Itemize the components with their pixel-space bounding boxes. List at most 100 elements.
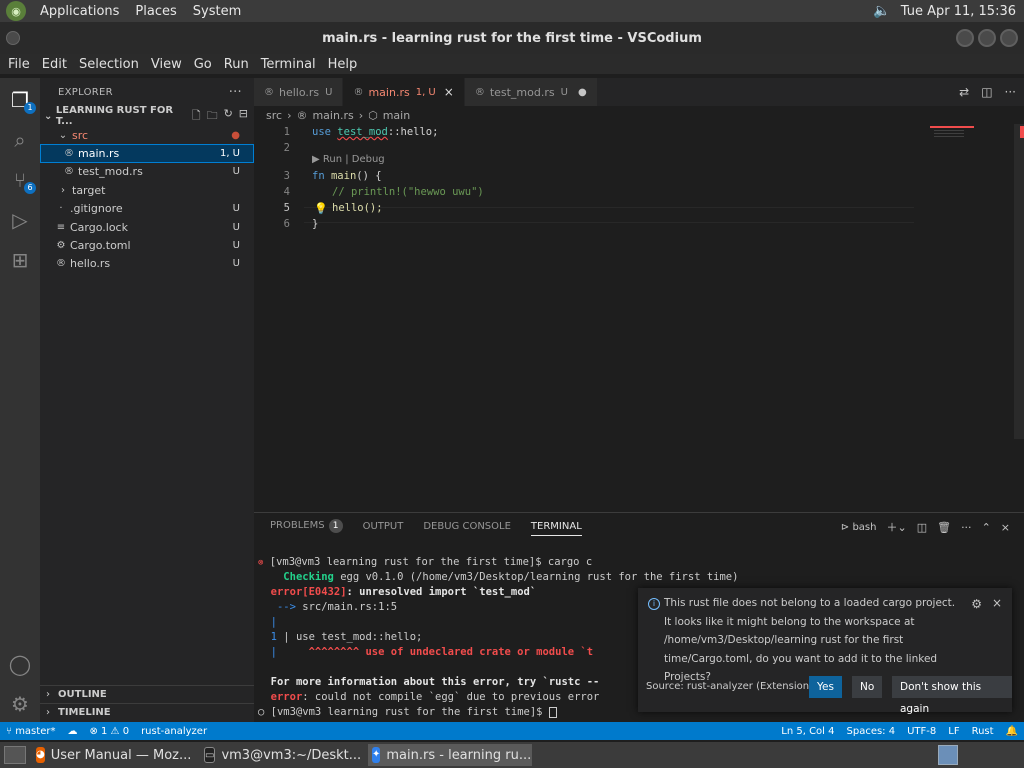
code-text: fn main() { [312,170,382,182]
problems-status[interactable]: ⊗ 1 ⚠ 0 [83,726,135,737]
window-titlebar[interactable]: main.rs - learning rust for the first ti… [0,22,1024,54]
close-icon[interactable]: × [992,596,1002,610]
tab-test-mod-rs[interactable]: ® test_mod.rs U ● [464,78,598,106]
maximize-panel-icon[interactable]: ⌃ [982,521,991,534]
tree-item-cargo-toml[interactable]: ⚙ Cargo.toml U [40,236,254,254]
code-line[interactable]: 4 // println!("hewwo uwu") [254,184,914,200]
split-editor-icon[interactable]: ◫ [981,85,992,99]
more-actions-icon[interactable]: ··· [229,85,242,100]
indentation[interactable]: Spaces: 4 [841,726,902,737]
workspace-switcher[interactable] [938,745,958,765]
more-actions-icon[interactable]: ··· [961,521,972,534]
tree-item-main-rs[interactable]: ® main.rs 1, U [40,144,254,163]
more-actions-icon[interactable]: ··· [1005,85,1016,99]
close-window-button[interactable] [1000,29,1018,47]
gear-icon[interactable]: ⚙ [971,597,982,611]
terminal-text: : could not compile `egg` due to previou… [302,691,600,703]
sync-icon[interactable]: ☁ [61,726,83,737]
show-desktop-icon[interactable] [4,746,26,764]
dont-show-again-button[interactable]: Don't show this again [892,676,1012,715]
error-squiggle-token[interactable]: test_mod [337,126,388,138]
split-terminal-icon[interactable]: ◫ [917,521,927,534]
account-icon[interactable]: ◯ [8,652,32,676]
settings-gear-icon[interactable]: ⚙ [8,692,32,716]
editor-scrollbar[interactable] [1014,124,1024,439]
tab-main-rs[interactable]: ® main.rs 1, U × [343,78,465,106]
encoding[interactable]: UTF-8 [901,726,942,737]
collapse-all-icon[interactable]: ⊟ [239,107,248,126]
tree-item-test-mod-rs[interactable]: ® test_mod.rs U [40,163,254,181]
code-line[interactable]: 5 hello(); [254,200,914,216]
breadcrumb-file[interactable]: main.rs [312,109,353,122]
tree-item-src[interactable]: ⌄ src ● [40,126,254,144]
tree-item-cargo-lock[interactable]: ≡ Cargo.lock U [40,218,254,236]
distro-logo-icon[interactable]: ◉ [6,1,26,21]
notifications-bell-icon[interactable]: 🔔 [1000,726,1024,737]
menu-help[interactable]: Help [322,57,364,72]
maximize-button[interactable] [978,29,996,47]
yes-button[interactable]: Yes [809,676,842,698]
extensions-icon[interactable]: ⊞ [8,248,32,272]
cursor-position[interactable]: Ln 5, Col 4 [775,726,840,737]
new-file-icon[interactable]: 🗋 [192,107,201,126]
menu-run[interactable]: Run [218,57,255,72]
refresh-icon[interactable]: ↻ [224,107,233,126]
clock[interactable]: Tue Apr 11, 15:36 [901,4,1016,19]
tab-output[interactable]: OUTPUT [363,521,404,532]
tab-debug-console[interactable]: DEBUG CONSOLE [423,521,511,532]
system-menu[interactable]: System [185,4,249,19]
code-line[interactable]: 6 } [254,216,914,232]
close-panel-icon[interactable]: × [1001,521,1010,534]
menu-edit[interactable]: Edit [36,57,73,72]
unsaved-dot-icon[interactable]: ● [578,87,587,98]
applications-menu[interactable]: Applications [32,4,127,19]
window-menu-icon[interactable] [6,31,20,45]
tab-terminal[interactable]: TERMINAL [530,517,582,536]
minimize-button[interactable] [956,29,974,47]
tree-item-label: target [72,183,106,197]
task-firefox[interactable]: ◕ User Manual — Moz... [32,744,196,766]
menu-selection[interactable]: Selection [73,57,145,72]
menu-go[interactable]: Go [188,57,218,72]
tab-hello-rs[interactable]: ® hello.rs U [254,78,344,106]
task-vscodium[interactable]: ✦ main.rs - learning ru... [368,744,532,766]
explorer-icon[interactable]: ❐ 1 [8,88,36,114]
no-button[interactable]: No [852,676,883,698]
new-terminal-icon[interactable]: ＋⌄ [886,519,906,535]
code-editor[interactable]: 1 use test_mod::hello; 2 ▶ Run | Debug 3… [254,124,1024,512]
tree-item-status: 1, U [219,148,240,160]
source-control-icon[interactable]: ⑂ 6 [8,168,36,194]
new-folder-icon[interactable]: 🗀 [207,107,218,126]
minimap[interactable] [934,130,964,138]
task-terminal[interactable]: ▭ vm3@vm3:~/Deskt... [200,744,364,766]
code-lens-run-debug[interactable]: ▶ Run | Debug [312,154,385,165]
breadcrumb-folder[interactable]: src [266,109,282,122]
project-folder-header[interactable]: ⌄ LEARNING RUST FOR T... 🗋 🗀 ↻ ⊟ [40,105,254,127]
tree-item-target[interactable]: › target [40,181,254,199]
menu-view[interactable]: View [145,57,188,72]
tree-item-gitignore[interactable]: · .gitignore U [40,200,254,218]
open-changes-icon[interactable]: ⇄ [959,85,969,99]
code-line[interactable]: 1 use test_mod::hello; [254,124,914,140]
lightbulb-icon[interactable]: 💡 [314,202,328,215]
tab-problems[interactable]: PROBLEMS 1 [270,519,343,533]
rust-analyzer-status[interactable]: rust-analyzer [135,726,213,737]
function-name: main [330,170,357,182]
menu-file[interactable]: File [0,57,36,72]
outline-section[interactable]: › OUTLINE [40,685,254,703]
language-mode[interactable]: Rust [966,726,1000,737]
menu-terminal[interactable]: Terminal [255,57,322,72]
search-icon[interactable]: ⌕ [8,128,32,152]
run-debug-icon[interactable]: ▷ [8,208,32,232]
terminal-shell-selector[interactable]: ⊳ bash [841,522,877,533]
git-branch[interactable]: ⑂ master* [0,726,61,737]
trash-icon[interactable]: 🗑 [937,521,951,534]
places-menu[interactable]: Places [127,4,184,19]
breadcrumb-symbol[interactable]: main [383,109,410,122]
code-line[interactable]: 3 fn main() { [254,168,914,184]
tree-item-hello-rs[interactable]: ® hello.rs U [40,255,254,273]
close-tab-icon[interactable]: × [444,85,454,99]
volume-icon[interactable]: 🔈 [873,3,890,19]
timeline-section[interactable]: › TIMELINE [40,703,254,721]
line-ending[interactable]: LF [942,726,965,737]
